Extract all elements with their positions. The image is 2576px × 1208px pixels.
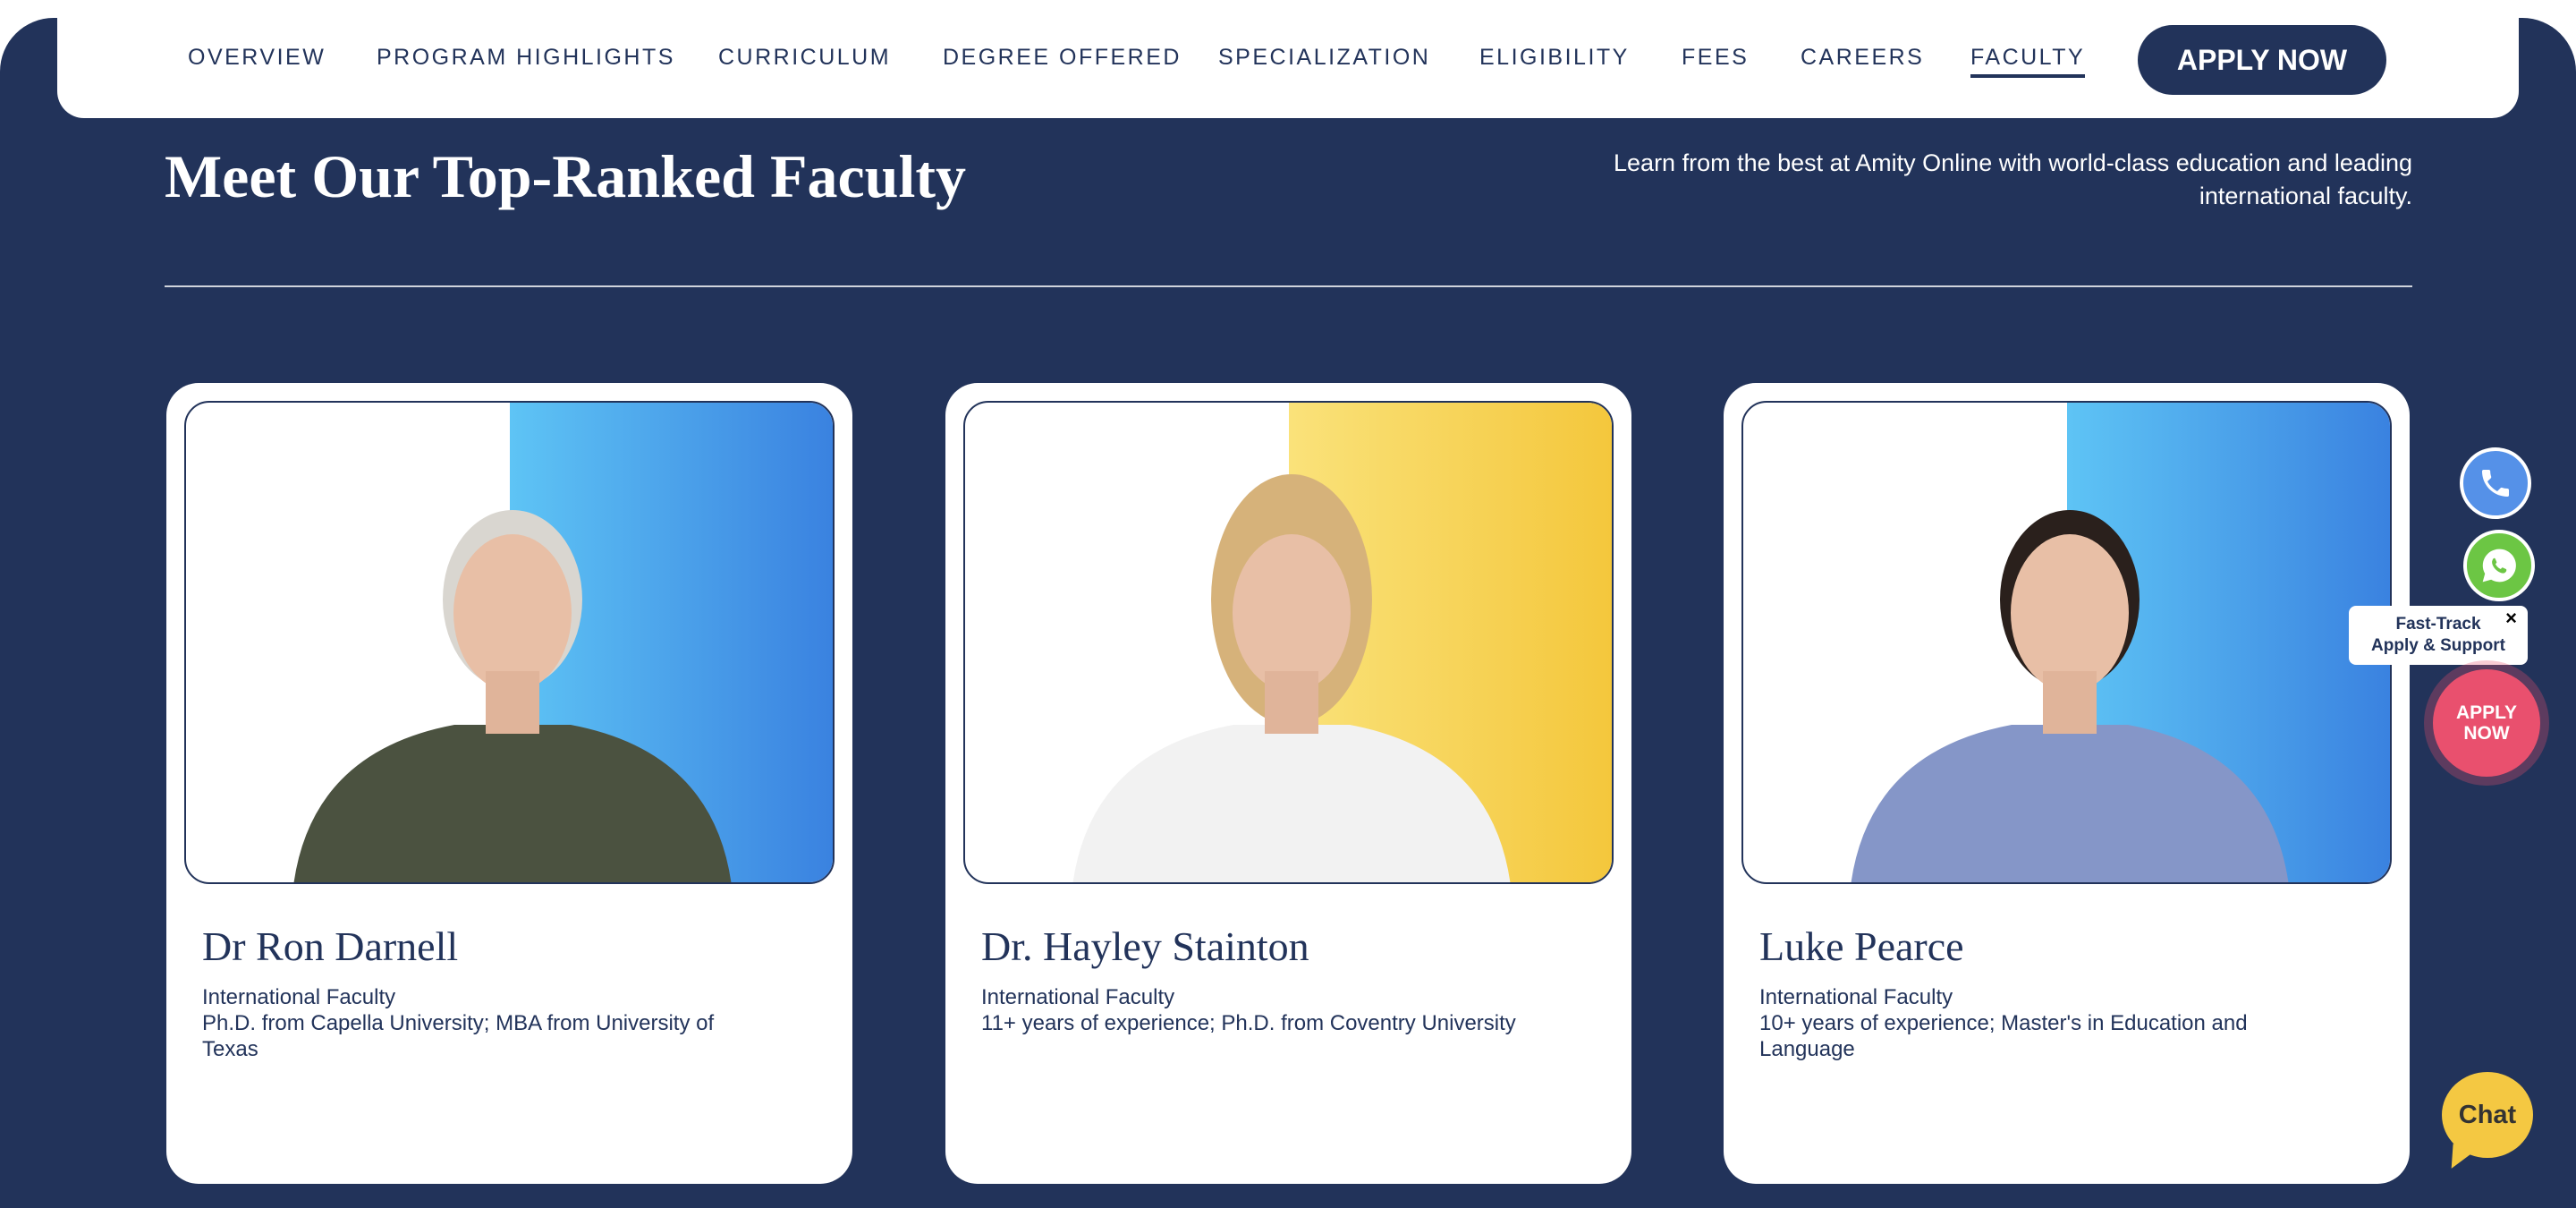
faculty-photo [963,401,1614,884]
nav-eligibility[interactable]: ELIGIBILITY [1479,45,1630,71]
divider [165,285,2412,287]
person-silhouette [1072,474,1511,882]
faculty-details: 10+ years of experience; Master's in Edu… [1759,1011,2248,1061]
faculty-details: Ph.D. from Capella University; MBA from … [202,1011,715,1061]
nav-fees[interactable]: FEES [1682,45,1749,71]
faculty-info: International Faculty Ph.D. from Capella… [202,984,775,1062]
nav-curriculum[interactable]: CURRICULUM [718,45,891,71]
apply-now-floating-button[interactable]: APPLY NOW [2433,669,2540,777]
faculty-photo [184,401,835,884]
phone-icon [2482,470,2509,497]
faculty-info: International Faculty 11+ years of exper… [981,984,1554,1036]
faculty-card[interactable]: Dr Ron Darnell International Faculty Ph.… [166,383,852,1184]
faculty-role: International Faculty [202,985,396,1009]
nav-program-highlights[interactable]: PROGRAM HIGHLIGHTS [377,45,675,71]
faculty-card[interactable]: Dr. Hayley Stainton International Facult… [945,383,1631,1184]
faculty-card[interactable]: Luke Pearce International Faculty 10+ ye… [1724,383,2410,1184]
faculty-role: International Faculty [1759,985,1953,1009]
chat-button[interactable]: Chat [2442,1072,2533,1174]
apply-now-button[interactable]: APPLY NOW [2138,25,2386,95]
popup-line-2: Apply & Support [2371,636,2505,655]
faculty-details: 11+ years of experience; Ph.D. from Cove… [981,1011,1516,1035]
apply-line-1: APPLY [2455,702,2518,723]
chat-label: Chat [2458,1100,2517,1129]
popup-line-1: Fast-Track [2395,615,2481,634]
faculty-name: Luke Pearce [1759,923,1964,969]
fast-track-popup: Fast-Track Apply & Support × [2349,606,2528,665]
section-title: Meet Our Top-Ranked Faculty [165,142,967,210]
nav-overview[interactable]: OVERVIEW [188,45,326,71]
faculty-photo [1741,401,2392,884]
faculty-role: International Faculty [981,985,1175,1009]
nav-careers[interactable]: CAREERS [1801,45,1924,71]
nav-degree-offered[interactable]: DEGREE OFFERED [943,45,1182,71]
nav-faculty[interactable]: FACULTY [1970,45,2086,78]
top-nav: OVERVIEW PROGRAM HIGHLIGHTS CURRICULUM D… [57,0,2519,118]
nav-specialization[interactable]: SPECIALIZATION [1218,45,1430,71]
apply-line-2: NOW [2463,723,2510,744]
close-icon[interactable]: × [2505,608,2517,629]
whatsapp-icon [2482,549,2516,583]
faculty-name: Dr Ron Darnell [202,923,459,969]
faculty-name: Dr. Hayley Stainton [981,923,1309,969]
faculty-info: International Faculty 10+ years of exper… [1759,984,2332,1062]
whatsapp-button[interactable] [2463,530,2535,601]
section-subtitle: Learn from the best at Amity Online with… [1614,149,2412,209]
person-silhouette [293,510,732,882]
person-silhouette [1851,510,2289,882]
phone-button[interactable] [2460,447,2531,519]
